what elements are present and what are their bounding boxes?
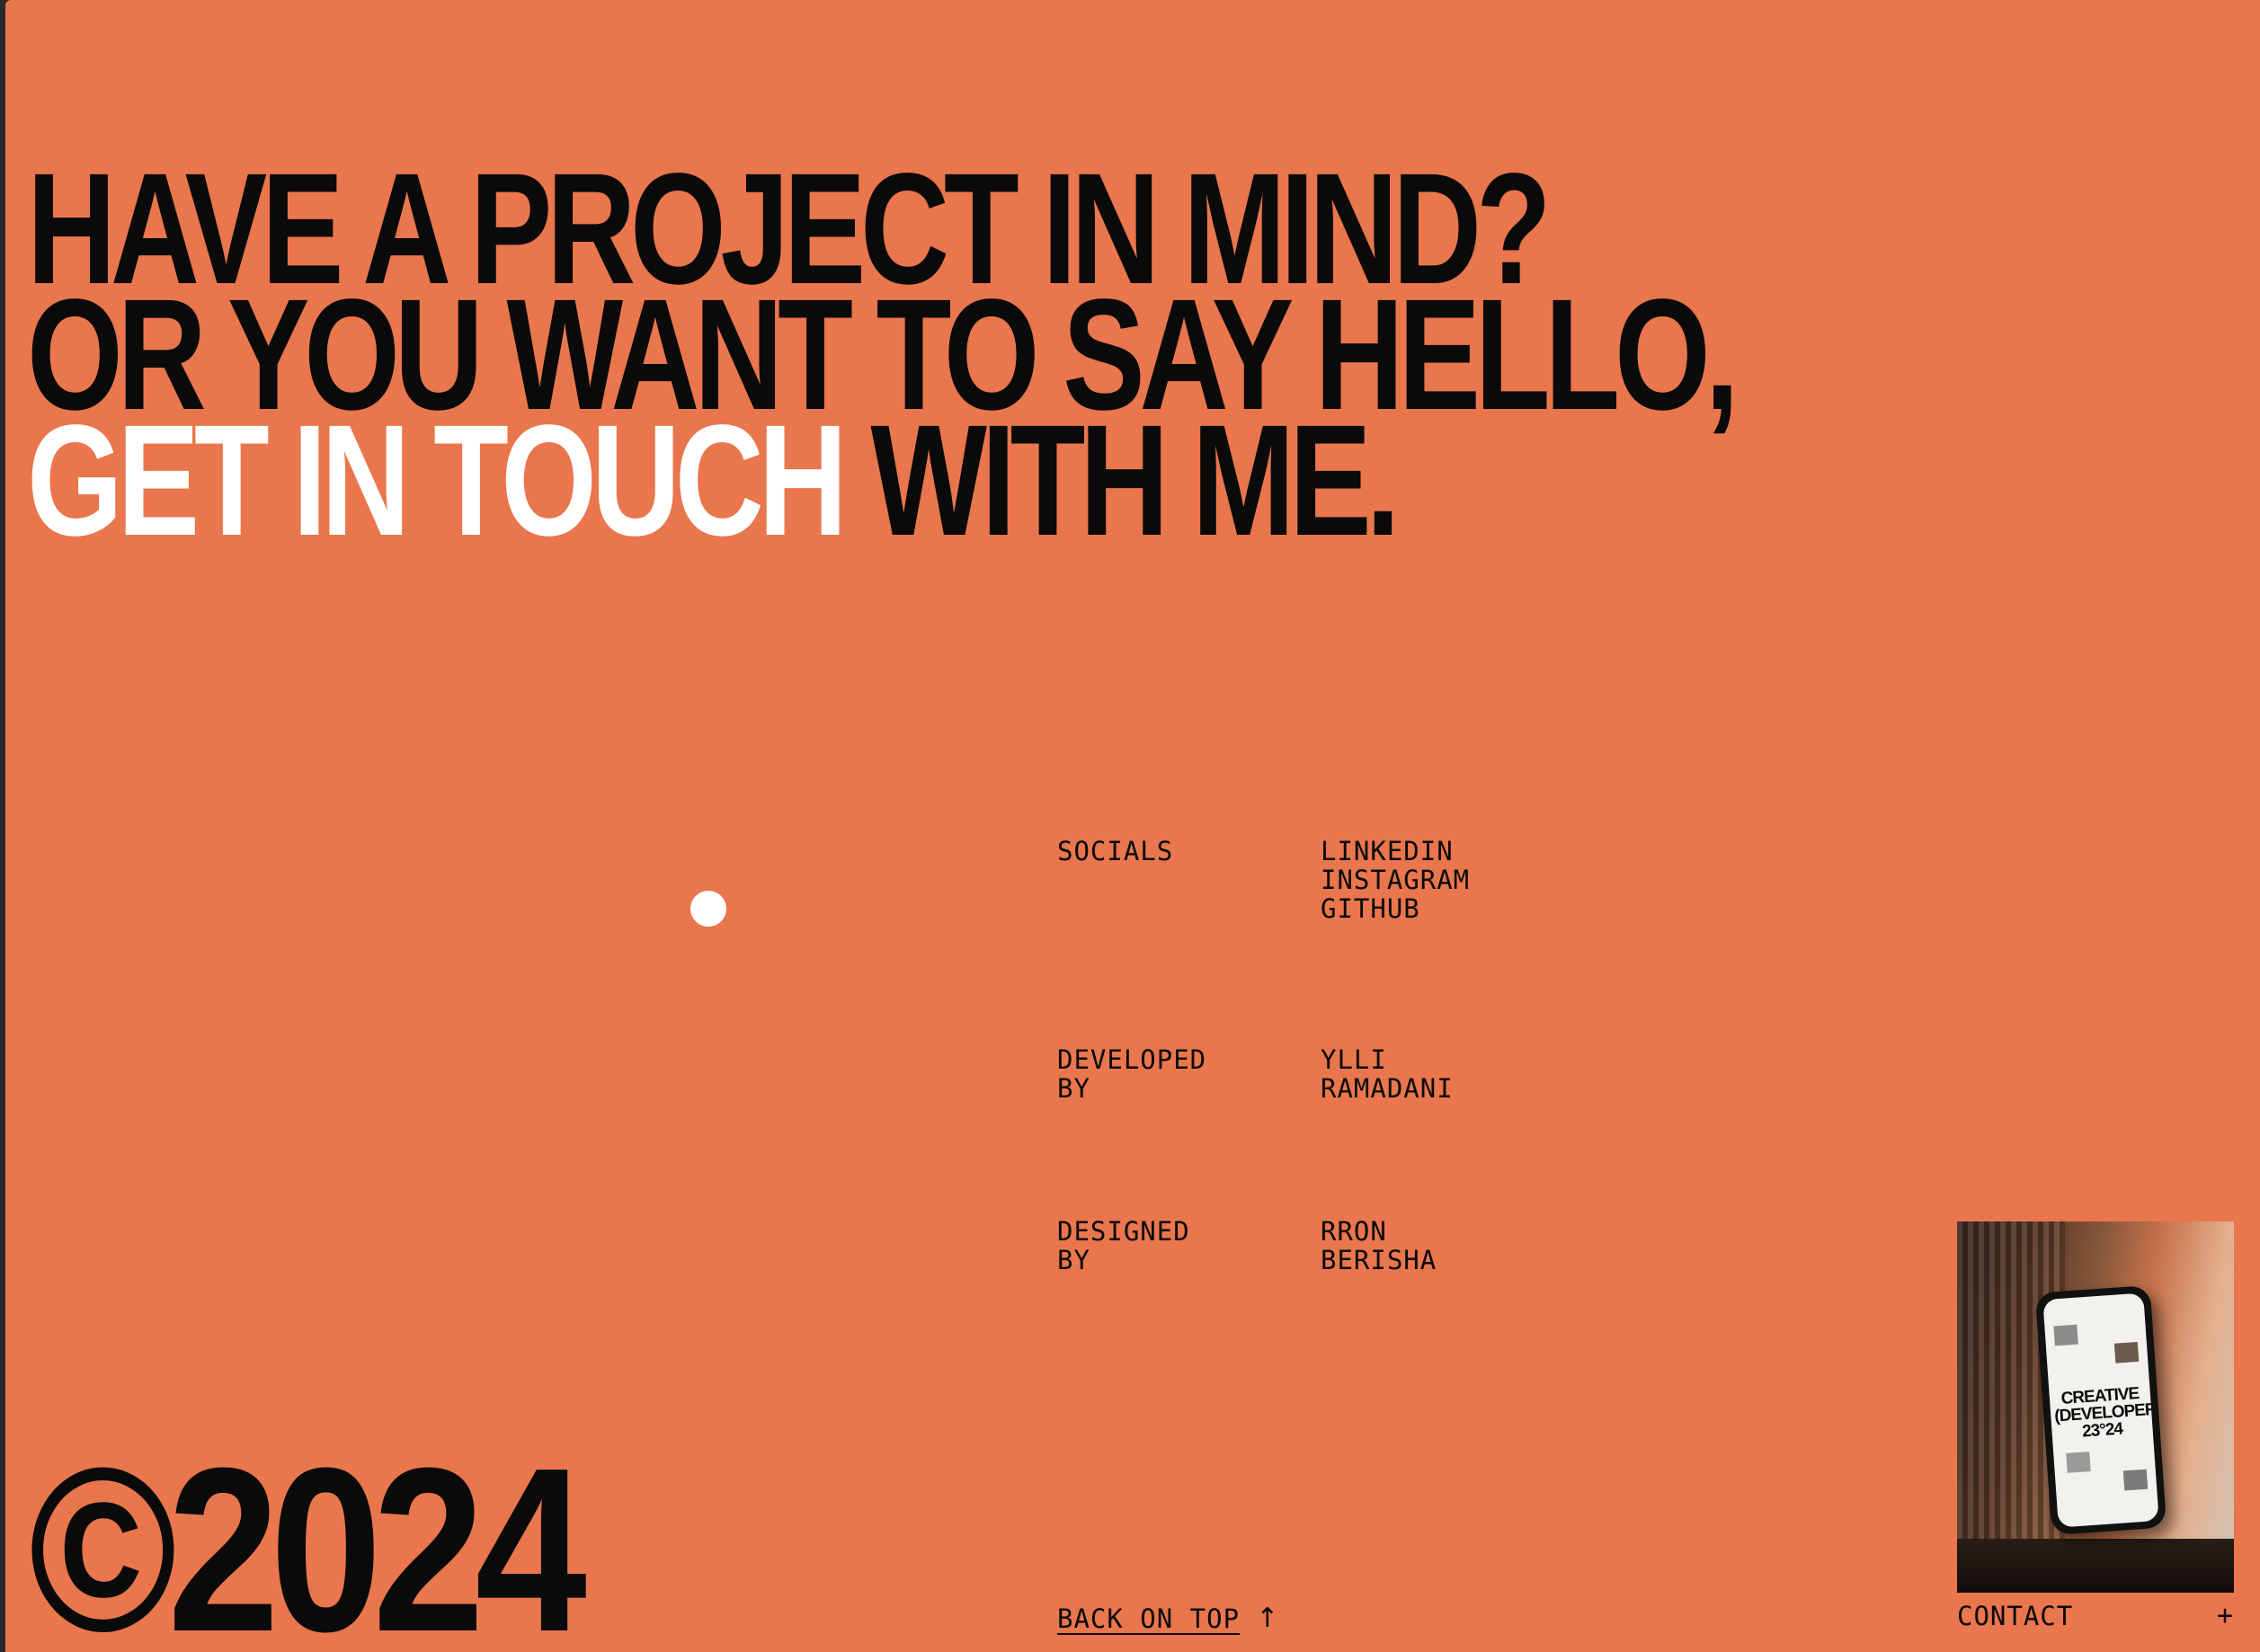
designer-name: RRON BERISHA bbox=[1321, 1217, 1590, 1275]
cursor-dot bbox=[690, 891, 726, 927]
instagram-link[interactable]: INSTAGRAM bbox=[1321, 866, 1590, 894]
phone-image-thumb bbox=[2066, 1452, 2091, 1473]
phone-image-thumb bbox=[2113, 1341, 2140, 1363]
designer-first-name: RRON bbox=[1321, 1216, 1387, 1247]
developer-first-name: YLLI bbox=[1321, 1044, 1387, 1075]
contact-button[interactable]: CONTACT + bbox=[1957, 1600, 2234, 1631]
footer-page: HAVE A PROJECT IN MIND? OR YOU WANT TO S… bbox=[5, 0, 2260, 1652]
phone-image-thumb bbox=[2122, 1469, 2149, 1491]
designer-last-name: BERISHA bbox=[1321, 1245, 1437, 1275]
back-on-top-label: BACK ON TOP bbox=[1057, 1603, 1241, 1634]
hero-heading: HAVE A PROJECT IN MIND? OR YOU WANT TO S… bbox=[27, 150, 1739, 560]
arrow-up-icon: ↑ bbox=[1256, 1603, 1280, 1634]
socials-label: SOCIALS bbox=[1057, 836, 1174, 866]
get-in-touch-link[interactable]: GET IN TOUCH bbox=[27, 393, 848, 569]
hero-line-3-rest: WITH ME. bbox=[841, 393, 1400, 569]
developed-by-label: DEVELOPED BY bbox=[1057, 1045, 1291, 1103]
back-on-top-link[interactable]: BACK ON TOP ↑ bbox=[1057, 1603, 1280, 1634]
developed-by-label-line2: BY bbox=[1057, 1073, 1090, 1104]
designed-by-label-line2: BY bbox=[1057, 1245, 1090, 1275]
plus-icon: + bbox=[2216, 1600, 2234, 1631]
github-link[interactable]: GITHUB bbox=[1321, 894, 1590, 923]
copyright-year: ©2024 bbox=[29, 1420, 587, 1652]
thumbnail-floor bbox=[1957, 1539, 2234, 1593]
developed-by-label-line1: DEVELOPED bbox=[1057, 1044, 1207, 1075]
designed-by-label: DESIGNED BY bbox=[1057, 1217, 1291, 1275]
phone-headline: CREATIVE (DEVELOPER) 23°24 bbox=[2052, 1384, 2159, 1442]
phone-mockup: CREATIVE (DEVELOPER) 23°24 bbox=[2034, 1284, 2167, 1536]
developer-name: YLLI RAMADANI bbox=[1321, 1045, 1590, 1103]
project-thumbnail[interactable]: CREATIVE (DEVELOPER) 23°24 bbox=[1957, 1221, 2234, 1593]
phone-image-thumb bbox=[2053, 1324, 2078, 1346]
socials-links: LINKEDIN INSTAGRAM GITHUB bbox=[1321, 837, 1590, 923]
contact-label: CONTACT bbox=[1957, 1601, 2074, 1631]
designed-by-label-line1: DESIGNED bbox=[1057, 1216, 1190, 1247]
phone-screen: CREATIVE (DEVELOPER) 23°24 bbox=[2042, 1292, 2159, 1528]
linkedin-link[interactable]: LINKEDIN bbox=[1321, 837, 1590, 866]
developer-last-name: RAMADANI bbox=[1321, 1073, 1454, 1104]
